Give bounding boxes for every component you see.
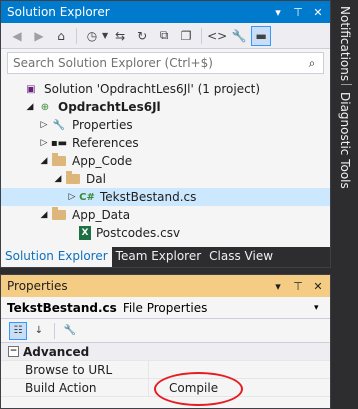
tree-item-label: Postcodes.csv: [96, 226, 181, 240]
solution-explorer-toolbar: ◀ ▶ ⌂ ◷ ▼ ⇆ ↻ ⧉ ❐ <> 🔧 ▬: [1, 23, 330, 49]
collapse-icon[interactable]: −: [8, 346, 19, 357]
tab-team-explorer[interactable]: Team Explorer: [112, 247, 206, 267]
excel-file-icon: X: [79, 226, 91, 240]
tree-item-label: OpdrachtLes6Jl: [58, 100, 161, 114]
alphabetical-sort-icon[interactable]: ↓: [30, 322, 48, 340]
panel-title: Solution Explorer: [7, 5, 110, 19]
tab-notifications[interactable]: Notifications: [338, 6, 352, 81]
tree-item-label: TekstBestand.cs: [100, 190, 197, 204]
pending-changes-filter-icon[interactable]: ◷: [82, 26, 102, 46]
tree-item-label: Properties: [72, 118, 133, 132]
tree-item-references[interactable]: ▷ ▪▬ References: [1, 134, 330, 152]
solution-explorer-panel: Solution Explorer ▾ ⊤ ✕ ◀ ▶ ⌂ ◷ ▼ ⇆ ↻ ⧉ …: [0, 0, 331, 268]
solution-explorer-titlebar: Solution Explorer ▾ ⊤ ✕: [1, 1, 330, 23]
search-icon[interactable]: ⌕: [301, 56, 323, 71]
tree-item-label: References: [72, 136, 139, 150]
toolbar-separator: [201, 27, 203, 44]
object-name: TekstBestand.cs: [7, 300, 117, 315]
back-icon[interactable]: ◀: [7, 26, 27, 46]
show-all-files-icon[interactable]: ❐: [176, 26, 196, 46]
pin-icon[interactable]: ⊤: [290, 280, 306, 293]
toolbar-separator: [76, 27, 77, 44]
preview-selected-items-icon[interactable]: ▬: [251, 25, 272, 46]
solution-icon: ▣: [26, 83, 36, 95]
web-project-icon: ⊕: [40, 101, 50, 113]
forward-icon[interactable]: ▶: [29, 26, 49, 46]
sync-with-active-document-icon[interactable]: ⇆: [110, 26, 130, 46]
tree-item-project[interactable]: ◢ ⊕ OpdrachtLes6Jl: [1, 98, 330, 116]
visual-studio-window: Solution Explorer ▾ ⊤ ✕ ◀ ▶ ⌂ ◷ ▼ ⇆ ↻ ⧉ …: [0, 0, 358, 409]
tree-item-dal[interactable]: ◢ Dal: [1, 170, 330, 188]
tab-class-view[interactable]: Class View: [205, 247, 277, 267]
category-label: Advanced: [23, 344, 90, 359]
folder-open-icon: [51, 207, 67, 222]
expanded-arrow-icon[interactable]: ◢: [37, 210, 51, 220]
side-tool-strip: Notifications Diagnostic Tools: [335, 0, 358, 409]
categorized-icon[interactable]: ☷: [9, 321, 27, 340]
tool-window-tabs: Solution Explorer Team Explorer Class Vi…: [1, 247, 330, 267]
property-pages-wrench-icon[interactable]: 🔧: [61, 322, 79, 340]
expanded-arrow-icon[interactable]: ◢: [23, 102, 37, 112]
solution-tree: ▣ Solution 'OpdrachtLes6Jl' (1 project) …: [1, 80, 330, 245]
tab-solution-explorer[interactable]: Solution Explorer: [1, 247, 112, 267]
collapsed-arrow-icon[interactable]: ▷: [65, 192, 79, 202]
collapsed-arrow-icon[interactable]: ▷: [37, 120, 51, 130]
panel-title: Properties: [7, 279, 68, 293]
object-type: File Properties: [122, 300, 208, 315]
tree-item-properties[interactable]: ▷ 🔧 Properties: [1, 116, 330, 134]
expanded-arrow-icon[interactable]: ◢: [37, 156, 51, 166]
tree-item-label: Dal: [86, 172, 106, 186]
folder-open-icon: [65, 171, 81, 186]
annotation-circle: [154, 372, 243, 406]
close-icon[interactable]: ✕: [310, 6, 326, 19]
tree-item-label: App_Data: [72, 208, 131, 222]
tab-diagnostic-tools[interactable]: Diagnostic Tools: [338, 92, 352, 189]
properties-wrench-icon[interactable]: 🔧: [229, 26, 249, 46]
property-name: Browse to URL: [1, 360, 149, 379]
tree-item-app-code[interactable]: ◢ App_Code: [1, 152, 330, 170]
home-icon[interactable]: ⌂: [51, 26, 71, 46]
collapsed-arrow-icon[interactable]: ▷: [37, 138, 51, 148]
tree-item-tekstbestand[interactable]: ▷ C# TekstBestand.cs: [1, 188, 330, 206]
refresh-icon[interactable]: ↻: [132, 26, 152, 46]
toolbar-separator: [54, 322, 55, 339]
folder-open-icon: [51, 153, 67, 168]
search-input[interactable]: Search Solution Explorer (Ctrl+$): [13, 56, 301, 70]
references-icon: ▪▬: [50, 137, 68, 149]
search-box[interactable]: Search Solution Explorer (Ctrl+$) ⌕: [7, 52, 324, 74]
tree-item-app-data[interactable]: ◢ App_Data: [1, 206, 330, 224]
tree-item-label: Solution 'OpdrachtLes6Jl' (1 project): [44, 82, 261, 96]
chevron-down-icon[interactable]: ▾: [314, 303, 330, 313]
window-position-dropdown-icon[interactable]: ▾: [270, 280, 286, 293]
wrench-icon: 🔧: [52, 119, 66, 131]
property-name: Build Action: [1, 378, 149, 397]
tree-item-label: App_Code: [72, 154, 133, 168]
pin-icon[interactable]: ⊤: [290, 6, 306, 19]
chevron-down-icon[interactable]: ▼: [102, 31, 108, 40]
properties-titlebar: Properties ▾ ⊤ ✕: [1, 275, 330, 297]
category-advanced[interactable]: − Advanced: [1, 343, 330, 361]
window-position-dropdown-icon[interactable]: ▾: [270, 6, 286, 19]
tree-item-postcodes[interactable]: X Postcodes.csv: [1, 224, 330, 242]
strip-separator: [341, 84, 352, 85]
tree-item-solution[interactable]: ▣ Solution 'OpdrachtLes6Jl' (1 project): [1, 80, 330, 98]
collapse-all-icon[interactable]: ⧉: [154, 26, 174, 46]
view-code-icon[interactable]: <>: [207, 26, 227, 46]
close-icon[interactable]: ✕: [310, 280, 326, 293]
csharp-file-icon: C#: [79, 191, 95, 203]
expanded-arrow-icon[interactable]: ◢: [51, 174, 65, 184]
properties-toolbar: ☷ ↓ 🔧: [1, 319, 330, 343]
object-selector[interactable]: TekstBestand.cs File Properties ▾: [1, 297, 330, 319]
